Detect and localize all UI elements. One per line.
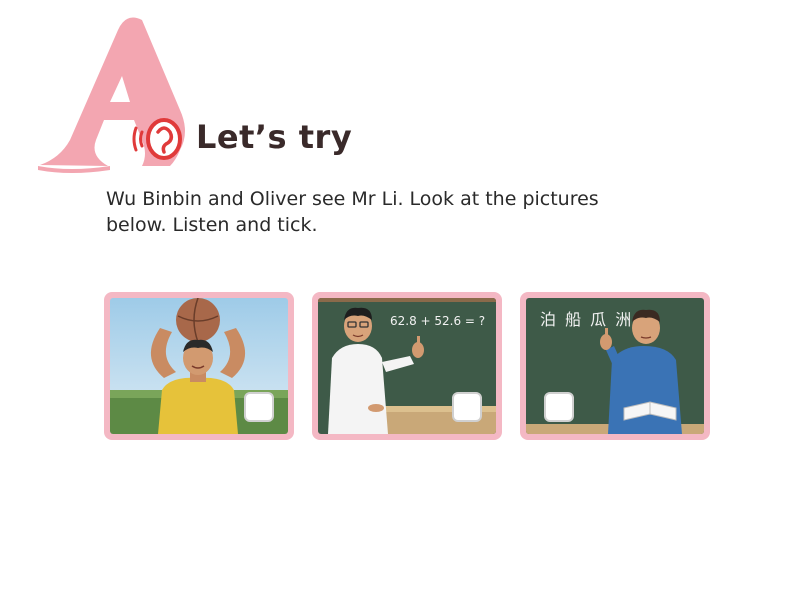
picture-card-chinese-teacher: 泊 船 瓜 洲 [520, 292, 710, 440]
page: Let’s try Wu Binbin and Oliver see Mr Li… [0, 0, 800, 600]
teacher-at-blackboard-picture: 62.8 + 52.6 = ? [318, 298, 496, 434]
instructions-text: Wu Binbin and Oliver see Mr Li. Look at … [106, 186, 706, 238]
ear-listen-icon[interactable] [130, 114, 186, 164]
board-chinese-text: 泊 船 瓜 洲 [540, 310, 634, 329]
picture-card-basketball-player [104, 292, 294, 440]
teacher-with-book-picture: 泊 船 瓜 洲 [526, 298, 704, 434]
instructions-line-2: below. Listen and tick. [106, 214, 318, 236]
board-math-text: 62.8 + 52.6 = ? [390, 314, 486, 328]
tick-box-2[interactable] [452, 392, 482, 422]
instructions-line-1: Wu Binbin and Oliver see Mr Li. Look at … [106, 188, 599, 210]
tick-box-1[interactable] [244, 392, 274, 422]
section-title: Let’s try [196, 118, 353, 156]
man-holding-ball-picture [110, 298, 288, 434]
tick-box-3[interactable] [544, 392, 574, 422]
picture-card-maths-teacher: 62.8 + 52.6 = ? [312, 292, 502, 440]
